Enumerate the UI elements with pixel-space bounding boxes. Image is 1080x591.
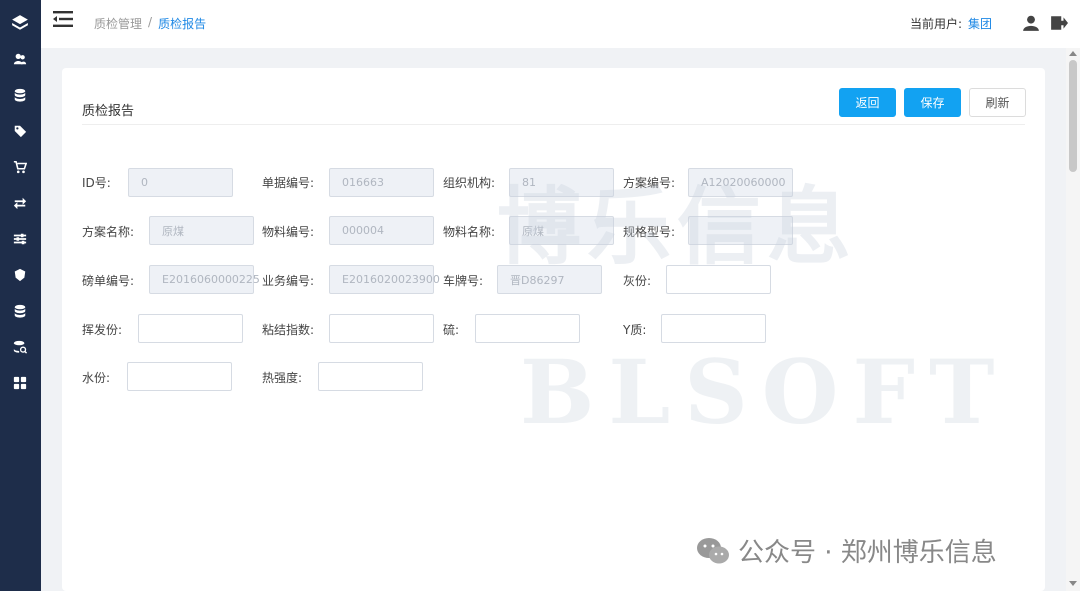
- sulfur-input[interactable]: [475, 314, 580, 343]
- hot-strength-label: 热强度:: [262, 371, 303, 385]
- y-label: Y质:: [623, 323, 647, 337]
- sidebar: [0, 0, 41, 591]
- tag-icon[interactable]: [13, 124, 27, 138]
- refresh-button[interactable]: 刷新: [969, 88, 1026, 117]
- topbar: 质检管理 / 质检报告 当前用户: 集团: [41, 0, 1080, 48]
- moisture-label: 水份:: [82, 371, 111, 385]
- data-search-icon[interactable]: [13, 340, 27, 354]
- divider: [82, 124, 1025, 125]
- database-icon[interactable]: [13, 88, 27, 102]
- sliders-icon[interactable]: [13, 232, 27, 246]
- menu-toggle-icon[interactable]: [53, 11, 73, 27]
- id-input[interactable]: 0: [128, 168, 233, 197]
- breadcrumb-separator: /: [148, 15, 153, 29]
- watermark-cn: 博乐信息: [497, 178, 858, 276]
- footer-watermark-text: 公众号 · 郑州博乐信息: [738, 538, 997, 568]
- layers-logo-icon[interactable]: [11, 14, 29, 32]
- doc-no-label: 单据编号:: [262, 176, 315, 190]
- scroll-thumb[interactable]: [1069, 60, 1077, 172]
- org-label: 组织机构:: [443, 176, 496, 190]
- current-user-name[interactable]: 集团: [968, 15, 992, 32]
- caking-input[interactable]: [329, 314, 434, 343]
- plate-label: 车牌号:: [443, 274, 484, 288]
- back-button[interactable]: 返回: [839, 88, 896, 117]
- biz-no-input[interactable]: E2016020023900: [329, 265, 440, 294]
- y-input[interactable]: [661, 314, 766, 343]
- weigh-no-label: 磅单编号:: [82, 274, 135, 288]
- plan-name-label: 方案名称:: [82, 225, 135, 239]
- footer-watermark: 公众号 · 郑州博乐信息: [696, 532, 997, 569]
- breadcrumb-current: 质检报告: [158, 17, 207, 31]
- wechat-icon: [697, 537, 729, 563]
- caking-label: 粘结指数:: [262, 323, 315, 337]
- page-title: 质检报告: [82, 104, 135, 119]
- logout-icon[interactable]: [1050, 14, 1068, 32]
- volatile-label: 挥发份:: [82, 323, 123, 337]
- id-label: ID号:: [82, 176, 111, 190]
- quality-report-card: 质检报告 返回 保存 刷新 ID号: 0 单据编号: 016663 组织机构: …: [62, 68, 1045, 591]
- plan-name-input[interactable]: 原煤: [149, 216, 254, 245]
- material-name-label: 物料名称:: [443, 225, 496, 239]
- doc-no-input[interactable]: 016663: [329, 168, 434, 197]
- hot-strength-input[interactable]: [318, 362, 423, 391]
- material-no-label: 物料编号:: [262, 225, 315, 239]
- volatile-input[interactable]: [138, 314, 243, 343]
- user-area: 当前用户: 集团: [910, 14, 1068, 32]
- users-icon[interactable]: [13, 52, 27, 66]
- save-button[interactable]: 保存: [904, 88, 961, 117]
- page-scrollbar[interactable]: [1066, 48, 1080, 591]
- weigh-no-input[interactable]: E2016060000225: [149, 265, 260, 294]
- breadcrumb-parent[interactable]: 质检管理: [94, 15, 142, 32]
- watermark-en: BLSOFT: [520, 340, 1009, 444]
- material-no-input[interactable]: 000004: [329, 216, 434, 245]
- cart-icon[interactable]: [13, 160, 27, 174]
- scroll-down-arrow-icon[interactable]: [1069, 581, 1077, 586]
- moisture-input[interactable]: [127, 362, 232, 391]
- scroll-up-arrow-icon[interactable]: [1069, 51, 1077, 56]
- sulfur-label: 硫:: [443, 323, 460, 337]
- biz-no-label: 业务编号:: [262, 274, 315, 288]
- user-icon[interactable]: [1022, 14, 1040, 32]
- exchange-icon[interactable]: [13, 196, 27, 210]
- current-user-label: 当前用户:: [909, 16, 962, 31]
- stack-icon[interactable]: [13, 304, 27, 318]
- shield-icon[interactable]: [13, 268, 27, 282]
- grid-icon[interactable]: [13, 376, 27, 390]
- breadcrumb: 质检管理 / 质检报告: [94, 15, 206, 32]
